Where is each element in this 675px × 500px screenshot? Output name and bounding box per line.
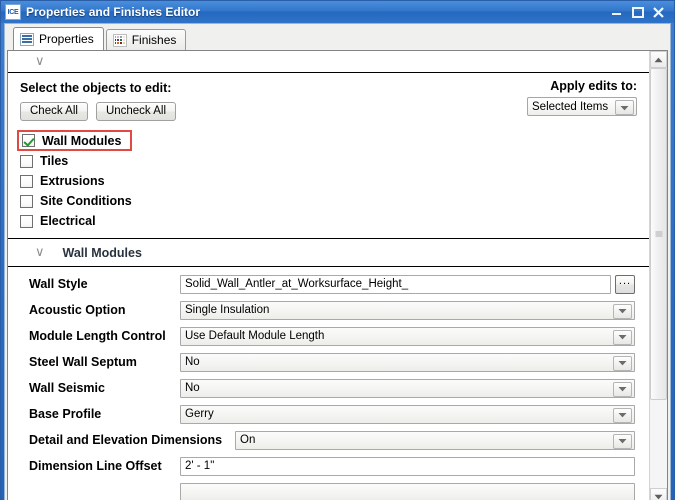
- property-value: Solid_Wall_Antler_at_Worksurface_Height_: [185, 278, 409, 290]
- group-title: Wall Modules: [62, 245, 142, 260]
- chevron-down-icon: ∨: [35, 54, 45, 69]
- scrollbar-thumb[interactable]: [650, 68, 667, 400]
- property-value: No: [185, 382, 200, 394]
- property-label: Base Profile: [29, 407, 102, 421]
- checkbox-label: Electrical: [40, 214, 96, 228]
- uncheck-all-button[interactable]: Uncheck All: [95, 102, 177, 121]
- top-collapse-bar[interactable]: ∨: [8, 51, 649, 73]
- chevron-down-icon: [615, 100, 634, 115]
- apply-edits-dropdown[interactable]: Selected Items: [527, 97, 637, 116]
- property-value: Gerry: [185, 408, 214, 420]
- scrollbar-grip-icon: [655, 230, 662, 237]
- tab-finishes-label: Finishes: [131, 33, 177, 47]
- base-profile-dropdown[interactable]: Gerry: [180, 404, 635, 424]
- window-controls: [607, 4, 672, 20]
- scroll-down-button[interactable]: [650, 488, 667, 500]
- vertical-scrollbar[interactable]: [649, 51, 667, 500]
- steel-wall-septum-dropdown[interactable]: No: [180, 352, 635, 372]
- checkbox-site-conditions[interactable]: [20, 194, 33, 208]
- minimize-icon[interactable]: [607, 4, 626, 20]
- detail-elevation-dimensions-dropdown[interactable]: On: [235, 430, 635, 450]
- property-row-wall-style: Wall Style Solid_Wall_Antler_at_Worksurf…: [8, 271, 649, 297]
- property-row-partial: [8, 479, 649, 500]
- scrollbar-track[interactable]: [650, 68, 667, 488]
- property-row-steel-wall-septum: Steel Wall Septum No: [8, 349, 649, 375]
- property-rows: Wall Style Solid_Wall_Antler_at_Worksurf…: [8, 267, 649, 500]
- screenshot-root: ICE Properties and Finishes Editor Prope…: [0, 0, 675, 500]
- chevron-down-icon: [613, 381, 632, 397]
- checkbox-row-wall-modules[interactable]: Wall Modules: [17, 130, 132, 151]
- property-label: Dimension Line Offset: [29, 459, 162, 473]
- checkbox-extrusions[interactable]: [20, 174, 33, 188]
- checkbox-row-tiles[interactable]: Tiles: [8, 151, 649, 171]
- tab-properties[interactable]: Properties: [13, 27, 104, 50]
- property-row-base-profile: Base Profile Gerry: [8, 401, 649, 427]
- property-row-dimension-line-offset: Dimension Line Offset 2' - 1": [8, 453, 649, 479]
- properties-scroll-pane: ∨ Select the objects to edit: Check All …: [8, 51, 649, 500]
- checkbox-row-site-conditions[interactable]: Site Conditions: [8, 191, 649, 211]
- scroll-up-button[interactable]: [650, 51, 667, 68]
- selection-section: Select the objects to edit: Check All Un…: [8, 73, 649, 121]
- properties-pane-border: ∨ Select the objects to edit: Check All …: [7, 50, 668, 500]
- property-label: Detail and Elevation Dimensions: [29, 433, 223, 447]
- property-label: Module Length Control: [29, 329, 166, 343]
- property-value: 2' - 1": [185, 460, 215, 472]
- chevron-down-icon: [613, 303, 632, 319]
- group-header-wall-modules[interactable]: ∨ Wall Modules: [8, 239, 649, 267]
- chevron-down-icon: [613, 407, 632, 423]
- property-row-detail-elevation-dimensions: Detail and Elevation Dimensions On: [8, 427, 649, 453]
- module-length-control-dropdown[interactable]: Use Default Module Length: [180, 326, 635, 346]
- checkbox-label: Site Conditions: [40, 194, 132, 208]
- client-area: Properties Finishes ∨ Select the objects…: [4, 23, 671, 500]
- wall-style-browse-button[interactable]: ...: [615, 274, 635, 294]
- apply-edits-group: Apply edits to: Selected Items: [527, 79, 637, 116]
- property-row-wall-seismic: Wall Seismic No: [8, 375, 649, 401]
- app-icon-label: ICE: [7, 8, 19, 16]
- apply-edits-value: Selected Items: [532, 100, 609, 113]
- property-value: On: [240, 434, 256, 446]
- checkbox-label: Extrusions: [40, 174, 105, 188]
- apply-edits-label: Apply edits to:: [550, 79, 637, 93]
- tab-strip: Properties Finishes: [5, 24, 670, 50]
- checkbox-tiles[interactable]: [20, 154, 33, 168]
- chevron-down-icon: ∨: [35, 245, 45, 260]
- property-value: No: [185, 356, 200, 368]
- maximize-icon[interactable]: [628, 4, 647, 20]
- checkbox-wall-modules[interactable]: [22, 134, 35, 147]
- window-title: Properties and Finishes Editor: [26, 5, 201, 19]
- application-window: ICE Properties and Finishes Editor Prope…: [0, 0, 675, 500]
- chevron-down-icon: [613, 329, 632, 345]
- checkbox-label: Wall Modules: [42, 133, 122, 148]
- object-type-checkbox-list: Wall Modules Tiles Extrusions Site Condi…: [8, 130, 649, 235]
- tab-finishes[interactable]: Finishes: [105, 29, 187, 50]
- wall-seismic-dropdown[interactable]: No: [180, 378, 635, 398]
- property-row-module-length-control: Module Length Control Use Default Module…: [8, 323, 649, 349]
- checkbox-label: Tiles: [40, 154, 69, 168]
- property-label: Acoustic Option: [29, 303, 126, 317]
- check-all-button[interactable]: Check All: [20, 102, 88, 121]
- list-icon: [20, 32, 34, 46]
- property-label: Steel Wall Septum: [29, 355, 137, 369]
- property-value: Use Default Module Length: [185, 330, 325, 342]
- chevron-down-icon: [613, 355, 632, 371]
- application-icon: ICE: [5, 4, 21, 20]
- property-value: Single Insulation: [185, 304, 270, 316]
- acoustic-option-dropdown[interactable]: Single Insulation: [180, 300, 635, 320]
- property-label: Wall Style: [29, 277, 88, 291]
- wall-style-input[interactable]: Solid_Wall_Antler_at_Worksurface_Height_: [180, 274, 611, 294]
- property-label: Wall Seismic: [29, 381, 105, 395]
- color-grid-icon: [112, 33, 127, 47]
- partial-field[interactable]: [180, 482, 635, 500]
- property-row-acoustic-option: Acoustic Option Single Insulation: [8, 297, 649, 323]
- dimension-line-offset-input[interactable]: 2' - 1": [180, 456, 635, 476]
- checkbox-row-electrical[interactable]: Electrical: [8, 211, 649, 231]
- close-icon[interactable]: [649, 4, 668, 20]
- checkbox-row-extrusions[interactable]: Extrusions: [8, 171, 649, 191]
- tab-properties-label: Properties: [39, 32, 94, 46]
- checkbox-electrical[interactable]: [20, 214, 33, 228]
- title-bar: ICE Properties and Finishes Editor: [1, 1, 674, 23]
- chevron-down-icon: [613, 433, 632, 449]
